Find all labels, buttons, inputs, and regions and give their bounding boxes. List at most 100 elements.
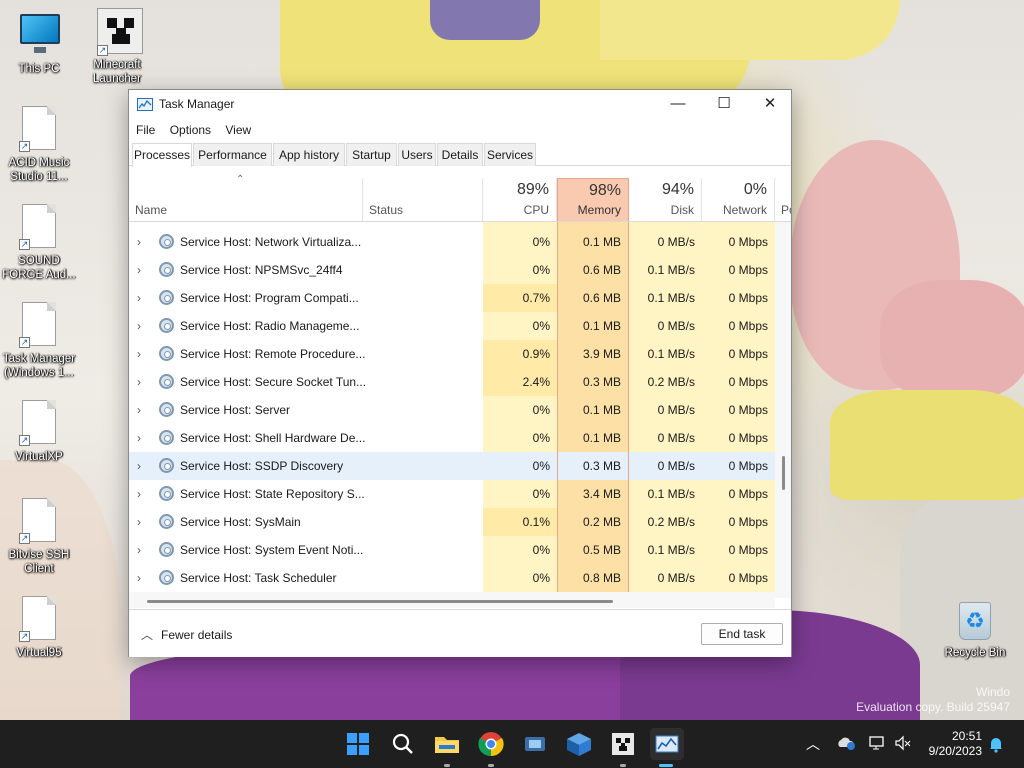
onedrive-icon[interactable] — [836, 735, 856, 751]
table-row[interactable]: › Service Host: Server 0% 0.1 MB 0 MB/s 0 Mbp… — [129, 396, 775, 424]
process-name: Service Host: SysMain — [180, 515, 301, 529]
memory-cell: 3.9 MB — [557, 340, 629, 368]
table-row[interactable]: › Service Host: Secure Socket Tun... 2.4% 0… — [129, 368, 775, 396]
expand-chevron-icon[interactable]: › — [137, 424, 149, 452]
process-name: Service Host: NPSMSvc_24ff4 — [180, 263, 343, 277]
table-row[interactable]: › Service Host: Network Virtualiza... 0% 0.… — [129, 228, 775, 256]
process-name: Service Host: System Event Noti... — [180, 543, 364, 557]
expand-chevron-icon[interactable]: › — [137, 452, 149, 480]
close-button[interactable]: ✕ — [747, 90, 793, 119]
task-manager-icon — [137, 98, 153, 111]
minimize-button[interactable]: — — [655, 90, 701, 119]
virtualbox-button[interactable] — [563, 728, 595, 760]
desktop-icon-virtualxp[interactable]: ↗ VirtualXP — [0, 400, 78, 464]
notification-icon[interactable] — [988, 735, 1004, 753]
desktop-icon-minecraft-launcher[interactable]: ↗ Minecraft Launcher — [78, 8, 156, 86]
tab-details[interactable]: Details — [437, 143, 483, 166]
column-header-status[interactable]: Status — [363, 178, 483, 221]
table-row[interactable]: › Service Host: NPSMSvc_24ff4 0% 0.6 MB 0.1 … — [129, 256, 775, 284]
file-explorer-button[interactable] — [431, 728, 463, 767]
network-cell: 0 Mbps — [728, 431, 768, 445]
horizontal-scroll-thumb[interactable] — [147, 600, 613, 603]
expand-chevron-icon[interactable]: › — [137, 508, 149, 536]
end-task-button[interactable]: End task — [701, 623, 783, 645]
column-header-network[interactable]: 0% Network — [702, 178, 775, 221]
process-name: Service Host: Shell Hardware De... — [180, 431, 366, 445]
expand-chevron-icon[interactable]: › — [137, 340, 149, 368]
table-row[interactable]: › Service Host: Program Compati... 0.7% 0.6… — [129, 284, 775, 312]
column-header-row: ⌃ Name Status 89% CPU 98% Memory 94% Dis… — [129, 174, 791, 222]
expand-chevron-icon[interactable]: › — [137, 564, 149, 592]
clock[interactable]: 20:51 9/20/2023 — [920, 729, 982, 759]
vertical-scroll-thumb[interactable] — [782, 456, 785, 490]
expand-chevron-icon[interactable]: › — [137, 284, 149, 312]
recycle-bin-icon: ♻ — [959, 602, 991, 640]
expand-chevron-icon[interactable]: › — [137, 396, 149, 424]
table-row[interactable]: › Service Host: SSDP Discovery 0% 0.3 MB 0 M… — [129, 452, 775, 480]
table-row[interactable]: › Service Host: Remote Procedure... 0.9% 3.… — [129, 340, 775, 368]
fewer-details-button[interactable]: ︿ Fewer details — [141, 626, 232, 643]
desktop-icon-bitvise-ssh[interactable]: ↗ Bitvise SSH Client — [0, 498, 78, 576]
desktop-icon-sound-forge[interactable]: ↗ SOUND FORGE Aud... — [0, 204, 78, 282]
cpu-cell: 0% — [532, 263, 550, 277]
column-header-disk[interactable]: 94% Disk — [629, 178, 702, 221]
column-header-name[interactable]: ⌃ Name — [129, 174, 363, 221]
service-gear-icon — [159, 318, 174, 333]
disk-cell: 0 MB/s — [657, 431, 695, 445]
task-manager-taskbar-button[interactable] — [650, 728, 684, 767]
title-bar[interactable]: Task Manager — ☐ ✕ — [129, 90, 791, 119]
menu-file[interactable]: File — [129, 119, 155, 137]
table-row[interactable]: › Service Host: Task Scheduler 0% 0.8 MB 0 M… — [129, 564, 775, 592]
search-button[interactable] — [387, 728, 419, 760]
network-cell: 0 Mbps — [728, 543, 768, 557]
start-button[interactable] — [342, 728, 374, 760]
table-row[interactable]: › Service Host: Radio Manageme... 0% 0.1 MB… — [129, 312, 775, 340]
expand-chevron-icon[interactable]: › — [137, 256, 149, 284]
vertical-scrollbar[interactable] — [775, 222, 791, 598]
tab-performance[interactable]: Performance — [193, 143, 272, 166]
service-gear-icon — [159, 542, 174, 557]
column-header-memory[interactable]: 98% Memory — [557, 178, 629, 221]
network-icon[interactable] — [868, 735, 886, 751]
process-name: Service Host: Secure Socket Tun... — [180, 375, 367, 389]
service-gear-icon — [159, 290, 174, 305]
table-row[interactable]: › Service Host: System Event Noti... 0% 0.5… — [129, 536, 775, 564]
menu-view[interactable]: View — [214, 119, 251, 137]
horizontal-scrollbar[interactable] — [129, 592, 775, 608]
desktop-icon-acid-music-studio[interactable]: ↗ ACID Music Studio 11... — [0, 106, 78, 184]
expand-chevron-icon[interactable]: › — [137, 480, 149, 508]
tab-services[interactable]: Services — [484, 143, 536, 166]
chrome-button[interactable] — [475, 728, 507, 767]
cpu-cell: 0% — [532, 487, 550, 501]
column-header-power[interactable]: Po — [775, 178, 791, 221]
menu-options[interactable]: Options — [159, 119, 211, 137]
expand-chevron-icon[interactable]: › — [137, 312, 149, 340]
table-row[interactable]: › Service Host: SysMain 0.1% 0.2 MB 0.2 MB/s… — [129, 508, 775, 536]
minecraft-button[interactable] — [607, 728, 639, 767]
network-cell: 0 Mbps — [728, 263, 768, 277]
task-manager-window: Task Manager — ☐ ✕ File Options View Pro… — [128, 89, 792, 657]
table-row[interactable]: › Service Host: State Repository S... 0% 3.… — [129, 480, 775, 508]
tab-startup[interactable]: Startup — [346, 143, 397, 166]
expand-chevron-icon[interactable]: › — [137, 536, 149, 564]
tab-app-history[interactable]: App history — [273, 143, 345, 166]
expand-chevron-icon[interactable]: › — [137, 368, 149, 396]
process-name: Service Host: Remote Procedure... — [180, 347, 366, 361]
table-row[interactable]: › Service Host: Shell Hardware De... 0% 0.1… — [129, 424, 775, 452]
maximize-button[interactable]: ☐ — [701, 90, 747, 119]
cpu-cell: 0% — [483, 452, 557, 480]
desktop-icon-recycle-bin[interactable]: ♻ Recycle Bin — [936, 598, 1014, 660]
desktop-icon-task-manager[interactable]: ↗ Task Manager (Windows 1... — [0, 302, 78, 380]
tab-processes[interactable]: Processes — [132, 143, 192, 167]
expand-chevron-icon[interactable]: › — [137, 228, 149, 256]
snipping-tool-button[interactable] — [519, 728, 551, 760]
task-manager-icon — [655, 735, 679, 753]
tab-users[interactable]: Users — [398, 143, 436, 166]
volume-muted-icon[interactable] — [894, 735, 912, 751]
column-header-cpu[interactable]: 89% CPU — [483, 178, 557, 221]
desktop-icon-virtual95[interactable]: ↗ Virtual95 — [0, 596, 78, 660]
service-gear-icon — [159, 262, 174, 277]
service-gear-icon — [159, 346, 174, 361]
desktop-icon-this-pc[interactable]: This PC — [0, 10, 78, 76]
chevron-up-icon[interactable]: ︿ — [806, 734, 820, 754]
